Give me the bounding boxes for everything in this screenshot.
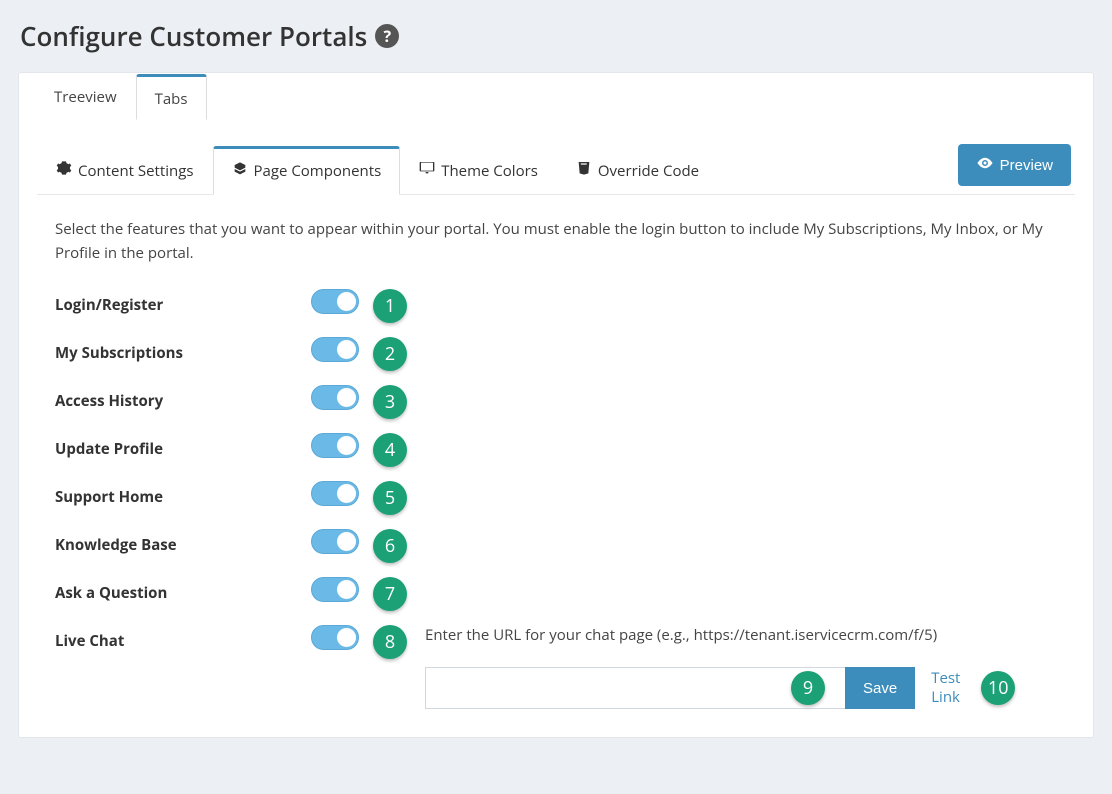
toggle-ask-a-question[interactable] [311, 577, 359, 602]
component-label: Login/Register [55, 289, 311, 315]
component-label: Knowledge Base [55, 529, 311, 555]
step-badge-7: 7 [373, 577, 407, 611]
tab-tabs[interactable]: Tabs [136, 74, 207, 120]
page-title-text: Configure Customer Portals [20, 18, 367, 54]
step-badge-5: 5 [373, 481, 407, 515]
toggle-access-history[interactable] [311, 385, 359, 410]
tab-theme-colors-label: Theme Colors [441, 161, 538, 181]
toggle-support-home[interactable] [311, 481, 359, 506]
tab-treeview-label: Treeview [54, 87, 117, 107]
toggle-knowledge-base[interactable] [311, 529, 359, 554]
tab-content-settings[interactable]: Content Settings [37, 147, 213, 193]
step-badge-10: 10 [981, 671, 1015, 705]
components-list: Login/Register 1 My Subscriptions 2 Acce… [37, 289, 1075, 709]
component-row-live-chat: Live Chat 8 Enter the URL for your chat … [55, 625, 1057, 709]
component-row-knowledge-base: Knowledge Base 6 [55, 529, 1057, 577]
step-badge-9: 9 [791, 671, 825, 705]
toggle-my-subscriptions[interactable] [311, 337, 359, 362]
tab-override-code[interactable]: Override Code [557, 147, 718, 193]
step-badge-8: 8 [373, 625, 407, 659]
preview-button[interactable]: Preview [958, 144, 1071, 186]
desktop-icon [419, 160, 435, 181]
chat-url-instruction: Enter the URL for your chat page (e.g., … [425, 625, 1057, 645]
step-badge-3: 3 [373, 385, 407, 419]
component-row-my-subscriptions: My Subscriptions 2 [55, 337, 1057, 385]
component-row-update-profile: Update Profile 4 [55, 433, 1057, 481]
main-card: Treeview Tabs Content Settings Page Comp… [18, 72, 1094, 738]
preview-button-label: Preview [1000, 157, 1053, 174]
step-badge-2: 2 [373, 337, 407, 371]
chat-test-link[interactable]: Test Link [931, 669, 971, 708]
chat-extra: Enter the URL for your chat page (e.g., … [425, 625, 1057, 709]
toggle-live-chat[interactable] [311, 625, 359, 650]
tab-content-settings-label: Content Settings [78, 161, 194, 181]
outer-tab-bar: Treeview Tabs [19, 73, 1093, 120]
tab-page-components-label: Page Components [254, 161, 382, 181]
component-label: Ask a Question [55, 577, 311, 603]
description-text: Select the features that you want to app… [37, 195, 1075, 289]
component-row-support-home: Support Home 5 [55, 481, 1057, 529]
gear-icon [56, 160, 72, 181]
help-icon[interactable]: ? [375, 24, 399, 48]
toggle-update-profile[interactable] [311, 433, 359, 458]
css-icon [576, 160, 592, 181]
component-row-ask-a-question: Ask a Question 7 [55, 577, 1057, 625]
inner-tab-bar: Content Settings Page Components Theme C… [37, 144, 1075, 195]
chat-test-link-label: Test Link [931, 668, 960, 708]
cubes-icon [232, 161, 248, 182]
chat-url-save-label: Save [863, 680, 897, 697]
component-label: Support Home [55, 481, 311, 507]
component-row-login-register: Login/Register 1 [55, 289, 1057, 337]
component-label: My Subscriptions [55, 337, 311, 363]
tab-treeview[interactable]: Treeview [35, 74, 136, 120]
tab-tabs-label: Tabs [155, 89, 188, 109]
page-title: Configure Customer Portals ? [18, 0, 1094, 72]
inner-area: Content Settings Page Components Theme C… [19, 120, 1093, 709]
tab-override-code-label: Override Code [598, 161, 699, 181]
tab-theme-colors[interactable]: Theme Colors [400, 147, 557, 193]
component-label: Live Chat [55, 625, 311, 651]
step-badge-1: 1 [373, 289, 407, 323]
tab-page-components[interactable]: Page Components [213, 146, 401, 195]
chat-url-save-button[interactable]: Save [845, 667, 915, 709]
component-row-access-history: Access History 3 [55, 385, 1057, 433]
step-badge-4: 4 [373, 433, 407, 467]
toggle-login-register[interactable] [311, 289, 359, 314]
chat-url-row: 9 Save Test Link 10 [425, 667, 1057, 709]
eye-icon [976, 154, 994, 176]
component-label: Update Profile [55, 433, 311, 459]
step-badge-6: 6 [373, 529, 407, 563]
component-label: Access History [55, 385, 311, 411]
